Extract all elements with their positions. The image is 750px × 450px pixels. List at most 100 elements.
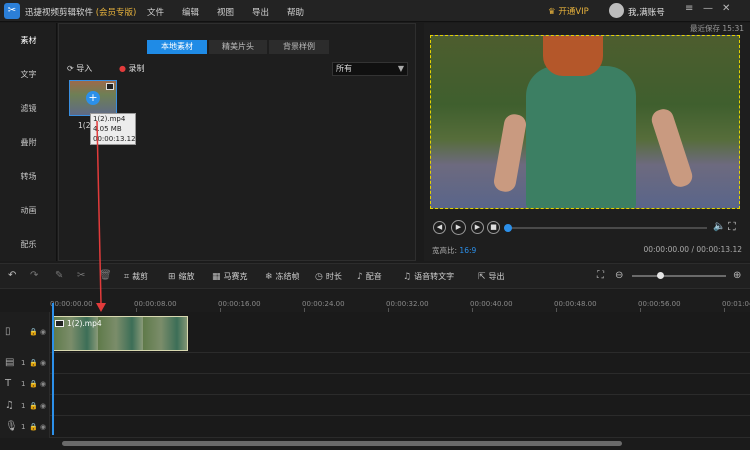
edit-icon[interactable]: ✎ bbox=[55, 270, 63, 281]
timeline-ruler[interactable]: 00:00:00.00 00:00:08.00 00:00:16.00 00:0… bbox=[50, 290, 750, 312]
freeze-frame-button[interactable]: ❄ 冻结帧 bbox=[265, 271, 300, 282]
fit-icon[interactable]: ⛶ bbox=[597, 270, 604, 281]
video-frame-arm bbox=[492, 112, 528, 194]
microphone-icon: ♪ bbox=[357, 272, 363, 282]
tab-intros[interactable]: 精美片头 bbox=[209, 40, 267, 54]
close-icon[interactable]: ✕ bbox=[722, 3, 730, 14]
eye-icon[interactable]: ◉ bbox=[40, 423, 46, 431]
music-track[interactable] bbox=[50, 395, 750, 416]
lock-icon[interactable]: 🔒 bbox=[29, 402, 38, 410]
cut-icon[interactable]: ✂ bbox=[77, 270, 85, 281]
app-edition: (会员专版) bbox=[95, 8, 137, 18]
menu-help[interactable]: 帮助 bbox=[287, 6, 304, 18]
video-type-icon bbox=[55, 320, 64, 327]
media-panel: 本地素材 精美片头 背景样例 ⟳ 导入 ● 录制 所有 ▼ + 1(2) 1(2… bbox=[58, 23, 416, 261]
eye-icon[interactable]: ◉ bbox=[40, 402, 46, 410]
lock-icon[interactable]: 🔒 bbox=[29, 328, 38, 336]
progress-bar[interactable] bbox=[504, 227, 707, 229]
eye-icon[interactable]: ◉ bbox=[40, 328, 46, 336]
eye-icon[interactable]: ◉ bbox=[40, 359, 46, 367]
vip-icon: ♛ bbox=[548, 7, 556, 17]
voiceover-button[interactable]: ♪ 配音 bbox=[357, 271, 382, 282]
menu-edit[interactable]: 编辑 bbox=[182, 6, 199, 18]
vip-label: 开通VIP bbox=[558, 7, 589, 17]
menu-icon[interactable]: ≡ bbox=[685, 3, 693, 14]
horizontal-scrollbar[interactable] bbox=[62, 441, 622, 446]
next-frame-button[interactable]: ▶ bbox=[471, 221, 484, 234]
crop-button[interactable]: ⌗ 裁剪 bbox=[124, 271, 148, 282]
mosaic-icon: ▦ bbox=[212, 272, 221, 282]
playhead[interactable] bbox=[52, 303, 54, 435]
prev-frame-button[interactable]: ◀ bbox=[433, 221, 446, 234]
zoom-out-icon[interactable]: ⊖ bbox=[615, 270, 623, 281]
lock-icon[interactable]: 🔒 bbox=[29, 359, 38, 367]
export-button[interactable]: ⇱ 导出 bbox=[478, 271, 505, 282]
video-preview[interactable] bbox=[430, 35, 740, 209]
stop-button[interactable]: ■ bbox=[487, 221, 500, 234]
record-label: 录制 bbox=[128, 64, 145, 73]
add-icon[interactable]: + bbox=[86, 91, 100, 105]
progress-handle[interactable] bbox=[504, 224, 512, 232]
lock-icon[interactable]: 🔒 bbox=[29, 423, 38, 431]
nav-item-material[interactable]: 素材 bbox=[0, 35, 57, 46]
speech-to-text-button[interactable]: ♫ 语音转文字 bbox=[403, 271, 454, 282]
zoom-slider[interactable] bbox=[632, 275, 726, 277]
tick-label: 00:00:24.00 bbox=[302, 300, 345, 308]
voice-track[interactable] bbox=[50, 416, 750, 438]
crop-icon: ⌗ bbox=[124, 272, 130, 282]
undo-icon[interactable]: ↶ bbox=[8, 270, 16, 281]
tick-label: 00:00:48.00 bbox=[554, 300, 597, 308]
music-track-icon: ♫ bbox=[5, 400, 14, 411]
preview-panel: 最近保存 15:31 ◀ ▶ ▶ ■ 🔈 ⛶ 宽高比: 16:9 00:00:0… bbox=[424, 23, 750, 261]
nav-item-music[interactable]: 配乐 bbox=[0, 239, 57, 250]
minimize-icon[interactable]: — bbox=[703, 3, 713, 14]
delete-icon[interactable]: 🗑 bbox=[99, 270, 112, 281]
tick-label: 00:00:32.00 bbox=[386, 300, 429, 308]
tick-label: 00:00:56.00 bbox=[638, 300, 681, 308]
duration-button[interactable]: ◷ 时长 bbox=[315, 271, 342, 282]
eye-icon[interactable]: ◉ bbox=[40, 380, 46, 388]
nav-item-animation[interactable]: 动画 bbox=[0, 205, 57, 216]
media-thumbnail[interactable]: + bbox=[69, 80, 117, 116]
text-track[interactable] bbox=[50, 374, 750, 395]
timeline-clip[interactable]: 1(2).mp4 bbox=[52, 316, 188, 351]
tab-local-media[interactable]: 本地素材 bbox=[147, 40, 207, 54]
play-button[interactable]: ▶ bbox=[451, 220, 466, 235]
nav-item-text[interactable]: 文字 bbox=[0, 69, 57, 80]
avatar[interactable] bbox=[609, 3, 624, 18]
video-track-icon: ▯ bbox=[5, 326, 11, 337]
aspect-value[interactable]: 16:9 bbox=[459, 246, 476, 255]
import-label: 导入 bbox=[76, 64, 93, 73]
app-name: 迅捷视频剪辑软件 bbox=[25, 8, 94, 18]
vip-button[interactable]: ♛ 开通VIP bbox=[548, 5, 589, 17]
account-name[interactable]: 我,满账号 bbox=[628, 6, 665, 18]
redo-icon[interactable]: ↷ bbox=[30, 270, 38, 281]
chevron-down-icon: ▼ bbox=[397, 64, 404, 73]
import-button[interactable]: ⟳ 导入 bbox=[67, 63, 92, 74]
zoom-slider-handle[interactable] bbox=[657, 272, 664, 279]
nav-item-filter[interactable]: 滤镜 bbox=[0, 103, 57, 114]
tab-backgrounds[interactable]: 背景样例 bbox=[269, 40, 329, 54]
nav-item-transition[interactable]: 转场 bbox=[0, 171, 57, 182]
zoom-button[interactable]: ⊞ 缩放 bbox=[168, 271, 195, 282]
filter-dropdown[interactable]: 所有 ▼ bbox=[332, 62, 408, 76]
video-frame-figure bbox=[526, 66, 636, 208]
fullscreen-icon[interactable]: ⛶ bbox=[728, 220, 736, 234]
tick-label: 00:01:04.00 bbox=[722, 300, 750, 308]
aspect-ratio[interactable]: 宽高比: 16:9 bbox=[432, 245, 476, 256]
mosaic-button[interactable]: ▦ 马赛克 bbox=[212, 271, 248, 282]
pip-track[interactable] bbox=[50, 353, 750, 374]
clip-label: 1(2).mp4 bbox=[67, 319, 102, 328]
zoom-in-icon[interactable]: ⊕ bbox=[733, 270, 741, 281]
lock-icon[interactable]: 🔒 bbox=[29, 380, 38, 388]
track-number: 1 bbox=[21, 423, 26, 431]
menu-view[interactable]: 视图 bbox=[217, 6, 234, 18]
menu-export[interactable]: 导出 bbox=[252, 6, 269, 18]
nav-item-overlay[interactable]: 叠附 bbox=[0, 137, 57, 148]
mosaic-label: 马赛克 bbox=[223, 272, 248, 281]
track-number: 1 bbox=[21, 402, 26, 410]
clock-icon: ◷ bbox=[315, 272, 323, 282]
menu-file[interactable]: 文件 bbox=[147, 6, 164, 18]
volume-icon[interactable]: 🔈 bbox=[713, 221, 725, 232]
record-button[interactable]: ● 录制 bbox=[119, 63, 145, 74]
